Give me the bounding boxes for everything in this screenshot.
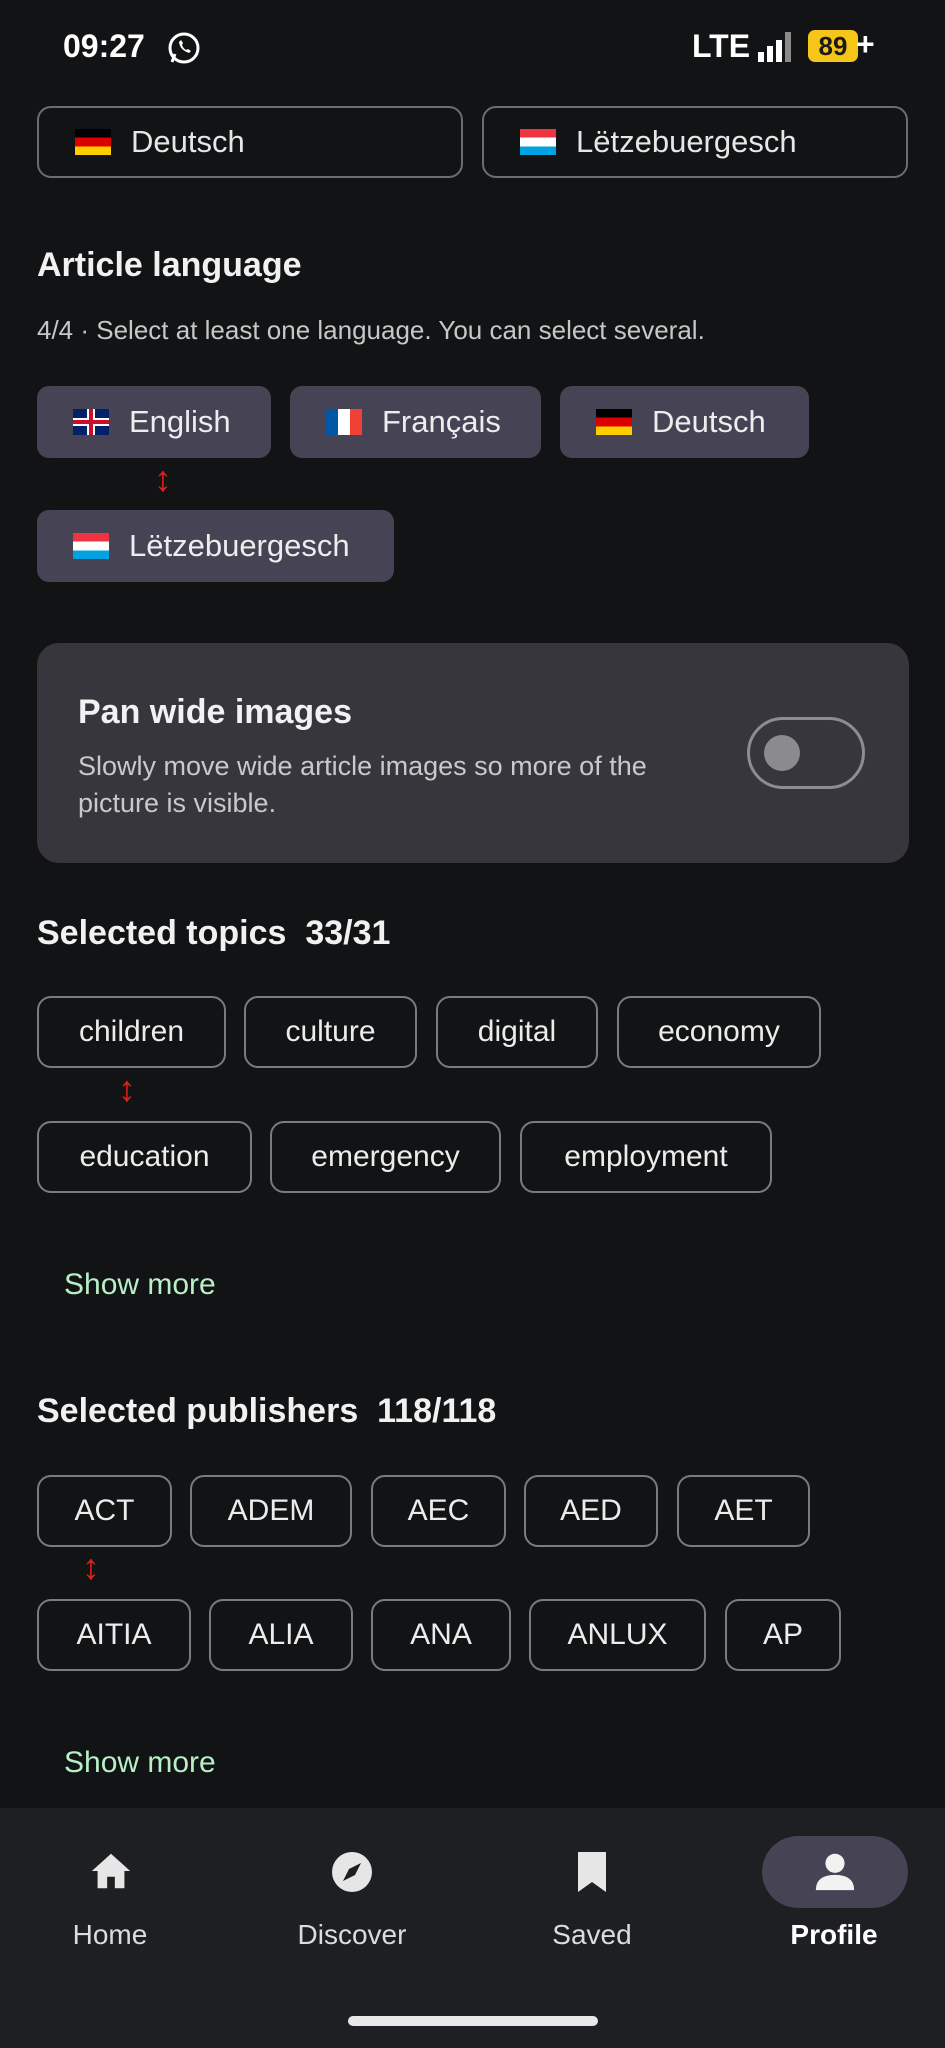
nav-item-saved[interactable]: Saved	[502, 1808, 682, 2008]
luxembourg-flag-icon	[73, 533, 109, 559]
topic-chip[interactable]: culture	[244, 996, 417, 1068]
luxembourg-flag-icon	[520, 129, 556, 155]
nav-label-home: Home	[72, 1919, 148, 1950]
uk-flag-icon	[73, 409, 109, 435]
germany-flag-icon	[75, 129, 111, 155]
topic-chip[interactable]: emergency	[270, 1121, 501, 1193]
selected-topics-title: Selected topics 33/31	[37, 914, 391, 952]
chip-label: Deutsch	[652, 404, 766, 439]
publisher-chip[interactable]: AEC	[371, 1475, 506, 1547]
chip-label: Lëtzebuergesch	[129, 528, 350, 563]
nav-item-discover[interactable]: Discover	[262, 1808, 442, 2008]
publisher-chip[interactable]: AP	[725, 1599, 841, 1671]
selected-publishers-title: Selected publishers 118/118	[37, 1392, 497, 1430]
battery-charging-indicator: +	[856, 26, 875, 62]
publisher-chip[interactable]: ACT	[37, 1475, 172, 1547]
battery-indicator: 89	[808, 30, 858, 62]
language-option-deutsch[interactable]: Deutsch	[37, 106, 463, 178]
article-language-title: Article language	[37, 246, 302, 284]
whatsapp-icon	[168, 32, 200, 64]
article-language-chip-luxembourgish[interactable]: Lëtzebuergesch	[37, 510, 394, 582]
nav-item-profile[interactable]: Profile	[744, 1808, 924, 2008]
article-language-subtitle: 4/4 · Select at least one language. You …	[37, 315, 705, 345]
compass-icon	[332, 1852, 372, 1892]
topic-chip[interactable]: education	[37, 1121, 252, 1193]
publishers-show-more-button[interactable]: Show more	[64, 1746, 216, 1780]
language-label: Deutsch	[131, 124, 245, 159]
annotation-arrow: ↕	[82, 1546, 100, 1587]
pan-wide-images-title: Pan wide images	[78, 693, 352, 731]
annotation-arrow: ↕	[154, 458, 172, 499]
article-language-chip-english[interactable]: English	[37, 386, 271, 458]
chip-label: Français	[382, 404, 501, 439]
germany-flag-icon	[596, 409, 632, 435]
status-time: 09:27	[63, 28, 145, 64]
nav-label-discover: Discover	[297, 1919, 407, 1950]
annotation-arrow: ↕	[118, 1068, 136, 1109]
publisher-chip[interactable]: AET	[677, 1475, 810, 1547]
person-icon	[815, 1853, 855, 1891]
gesture-home-bar[interactable]	[348, 2016, 598, 2026]
selected-publishers-count: 118/118	[377, 1392, 497, 1430]
home-icon	[91, 1853, 131, 1889]
nav-label-saved: Saved	[552, 1919, 632, 1950]
signal-icon	[758, 32, 791, 62]
article-language-chip-francais[interactable]: Français	[290, 386, 541, 458]
publisher-chip[interactable]: AITIA	[37, 1599, 191, 1671]
topic-chip[interactable]: employment	[520, 1121, 772, 1193]
network-type: LTE	[692, 28, 751, 64]
publisher-chip[interactable]: ALIA	[209, 1599, 353, 1671]
publisher-chip[interactable]: AED	[524, 1475, 658, 1547]
topic-chip[interactable]: digital	[436, 996, 598, 1068]
selected-topics-count: 33/31	[305, 914, 391, 952]
chip-label: English	[129, 404, 231, 439]
language-option-luxembourgish[interactable]: Lëtzebuergesch	[482, 106, 908, 178]
publisher-chip[interactable]: ANA	[371, 1599, 511, 1671]
topics-show-more-button[interactable]: Show more	[64, 1268, 216, 1302]
article-language-chip-deutsch[interactable]: Deutsch	[560, 386, 809, 458]
language-label: Lëtzebuergesch	[576, 124, 797, 159]
nav-label-profile: Profile	[790, 1919, 878, 1950]
pan-wide-images-description: Slowly move wide article images so more …	[78, 751, 647, 818]
nav-item-home[interactable]: Home	[20, 1808, 200, 2008]
toggle-knob	[764, 735, 800, 771]
topic-chip[interactable]: children	[37, 996, 226, 1068]
topic-chip[interactable]: economy	[617, 996, 821, 1068]
publisher-chip[interactable]: ANLUX	[529, 1599, 706, 1671]
bookmark-icon	[578, 1852, 606, 1892]
france-flag-icon	[326, 409, 362, 435]
publisher-chip[interactable]: ADEM	[190, 1475, 352, 1547]
